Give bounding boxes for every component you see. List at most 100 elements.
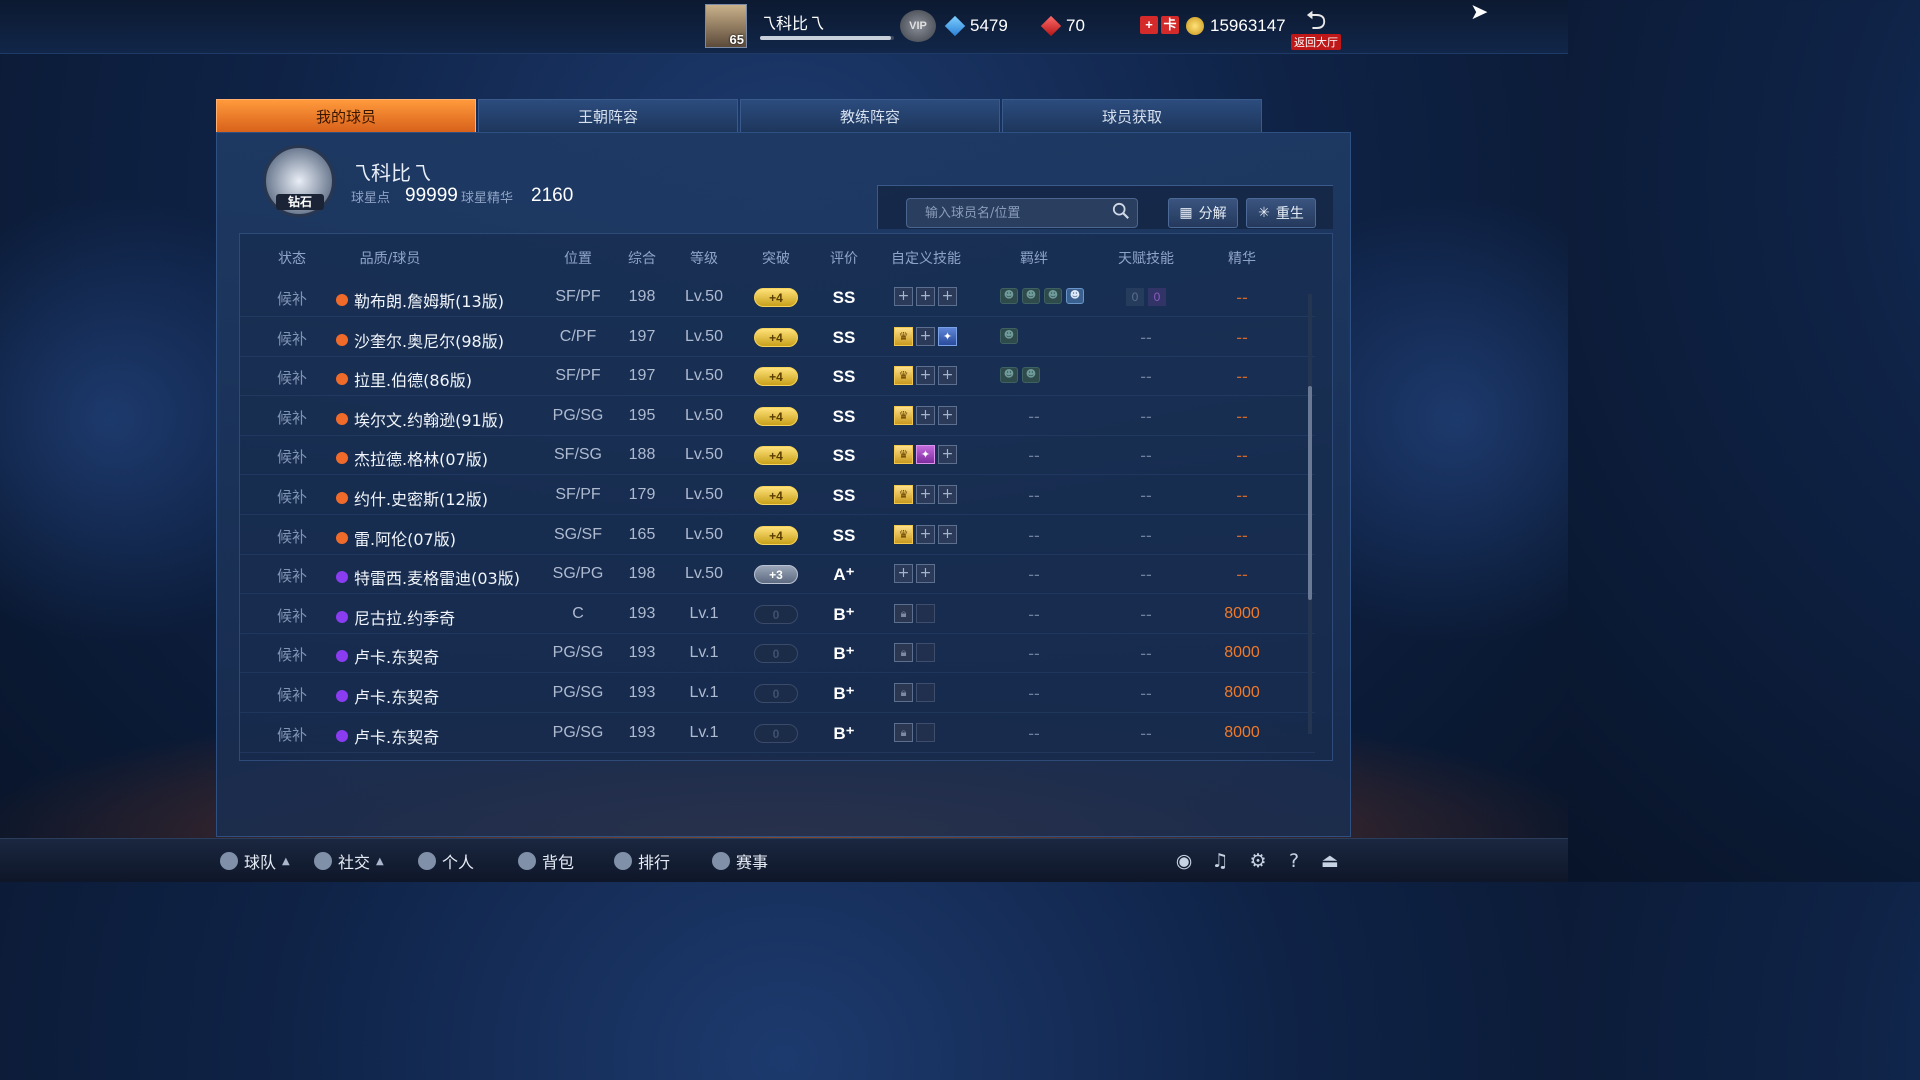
nav-social[interactable]: 社交 ▲ [314, 849, 384, 873]
tab-my-players[interactable]: 我的球员 [216, 99, 476, 132]
table-row[interactable]: 候补 卢卡.东契奇 PG/SG 193 Lv.1 0 B⁺ 🔒︎ -- -- 8000 [240, 714, 1315, 753]
quality-dot-icon [336, 690, 348, 702]
tab-player-acquire[interactable]: 球员获取 [1002, 99, 1262, 132]
row-player[interactable]: 特雷西.麦格雷迪(03版) [336, 565, 520, 589]
rebirth-button[interactable]: ✳ 重生 [1246, 198, 1316, 228]
gear-icon[interactable]: ⚙ [1246, 849, 1270, 873]
add-skill-slot[interactable]: + [938, 405, 957, 425]
nav-team-label: 球队 [244, 853, 277, 872]
row-player[interactable]: 拉里.伯德(86版) [336, 367, 472, 391]
nav-rank[interactable]: 排行 [614, 849, 670, 873]
add-cash-icon[interactable]: + [1140, 16, 1158, 34]
table-row[interactable]: 候补 尼古拉.约季奇 C 193 Lv.1 0 B⁺ 🔒︎ -- -- 8000 [240, 595, 1315, 634]
star-points-value: 99999 [405, 185, 458, 206]
table-scrollbar[interactable] [1308, 294, 1312, 734]
crown-skill-icon[interactable]: ♛ [894, 366, 913, 386]
bond-player-icon[interactable]: ☻ [1044, 288, 1062, 304]
table-row[interactable]: 候补 卢卡.东契奇 PG/SG 193 Lv.1 0 B⁺ 🔒︎ -- -- 8000 [240, 634, 1315, 674]
add-skill-slot[interactable]: + [916, 287, 935, 306]
row-player[interactable]: 勒布朗.詹姆斯(13版) [336, 288, 504, 312]
breakthrough-badge: 0 [754, 644, 798, 664]
ruby-counter[interactable]: 70 [1040, 15, 1085, 37]
add-skill-slot[interactable]: + [916, 524, 935, 544]
row-player[interactable]: 沙奎尔.奥尼尔(98版) [336, 328, 504, 352]
row-status: 候补 [276, 329, 308, 348]
bond-player-icon[interactable]: ☻ [1000, 327, 1018, 344]
nav-personal[interactable]: 个人 [418, 849, 474, 873]
add-skill-slot[interactable]: + [916, 564, 935, 584]
table-row[interactable]: 候补 雷.阿伦(07版) SG/SF 165 Lv.50 +4 SS ♛ + + -- -- -- [240, 516, 1315, 555]
row-player[interactable]: 卢卡.东契奇 [336, 644, 439, 668]
rank-label: 钻石 [276, 194, 324, 210]
nav-team[interactable]: 球队 ▲ [220, 849, 290, 873]
table-row[interactable]: 候补 约什.史密斯(12版) SF/PF 179 Lv.50 +4 SS ♛ + + -- -- -- [240, 476, 1315, 515]
decompose-button[interactable]: ▦ 分解 [1168, 198, 1238, 228]
table-row[interactable]: 候补 沙奎尔.奥尼尔(98版) C/PF 197 Lv.50 +4 SS ♛ + ✦ ☻ -- -- [240, 318, 1315, 357]
row-talent: -- [1140, 486, 1152, 505]
tab-coach-lineup[interactable]: 教练阵容 [740, 99, 1000, 132]
add-skill-slot[interactable]: + [894, 287, 913, 306]
row-player[interactable]: 卢卡.东契奇 [336, 684, 439, 708]
table-row[interactable]: 候补 埃尔文.约翰逊(91版) PG/SG 195 Lv.50 +4 SS ♛ + + -- -- -- [240, 397, 1315, 436]
bond-player-icon[interactable]: ☻ [1000, 288, 1018, 304]
row-essence: 8000 [1224, 644, 1260, 662]
decompose-label: 分解 [1198, 206, 1227, 222]
add-skill-slot[interactable]: + [916, 366, 935, 386]
back-arrow-icon: ⮌ [1305, 6, 1327, 36]
nav-events[interactable]: 赛事 [712, 849, 768, 873]
scroll-thumb[interactable] [1308, 386, 1312, 600]
row-player[interactable]: 卢卡.东契奇 [336, 724, 439, 748]
add-skill-slot[interactable]: + [938, 524, 957, 544]
crown-skill-icon[interactable]: ♛ [894, 485, 913, 504]
table-row[interactable]: 候补 拉里.伯德(86版) SF/PF 197 Lv.50 +4 SS ♛ + + ☻ ☻ -- -- [240, 357, 1315, 397]
gold-counter[interactable]: 15963147 [1186, 16, 1286, 36]
vip-icon[interactable]: VIP [900, 10, 936, 42]
add-skill-slot[interactable]: + [938, 445, 957, 465]
row-player[interactable]: 埃尔文.约翰逊(91版) [336, 407, 504, 431]
crown-skill-icon[interactable]: ♛ [894, 445, 913, 465]
add-skill-slot[interactable]: + [938, 366, 957, 386]
help-icon[interactable]: ? [1282, 849, 1306, 873]
quality-dot-icon [336, 571, 348, 584]
bond-player-icon[interactable]: ☻ [1000, 367, 1018, 384]
crown-skill-icon[interactable]: ♛ [894, 524, 913, 544]
talent-value: 0 [1126, 288, 1144, 306]
nav-social-label: 社交 [338, 853, 371, 872]
add-skill-slot[interactable]: + [916, 326, 935, 346]
bond-player-icon[interactable]: ☻ [1066, 288, 1084, 304]
diamond-counter[interactable]: 5479 [944, 15, 1008, 37]
nav-bag[interactable]: 背包 [518, 849, 574, 873]
table-row[interactable]: 候补 特雷西.麦格雷迪(03版) SG/PG 198 Lv.50 +3 A⁺ + + -- -- -- [240, 555, 1315, 595]
table-row[interactable]: 候补 勒布朗.詹姆斯(13版) SF/PF 198 Lv.50 +4 SS + + + ☻ ☻ ☻ ☻ 0 0… [240, 278, 1315, 317]
crown-skill-icon[interactable]: ♛ [894, 405, 913, 425]
add-skill-slot[interactable]: + [938, 485, 957, 504]
row-player[interactable]: 杰拉德.格林(07版) [336, 446, 488, 470]
music-icon[interactable]: ♫ [1208, 849, 1232, 873]
search-input[interactable] [906, 198, 1138, 228]
recharge-icons[interactable]: + 卡 [1140, 16, 1179, 34]
diamond-value: 5479 [970, 16, 1008, 35]
row-position: PG/SG [552, 644, 604, 662]
headset-icon[interactable]: ◉ [1172, 849, 1196, 873]
row-player[interactable]: 约什.史密斯(12版) [336, 486, 488, 510]
add-skill-slot[interactable]: + [916, 405, 935, 425]
bond-player-icon[interactable]: ☻ [1022, 367, 1040, 384]
search-icon[interactable] [1112, 202, 1130, 220]
back-to-lobby-button[interactable]: ⮌ 返回大厅 [1288, 4, 1344, 50]
add-skill-slot[interactable]: + [894, 564, 913, 584]
tab-dynasty-lineup[interactable]: 王朝阵容 [478, 99, 738, 132]
bond-player-icon[interactable]: ☻ [1022, 288, 1040, 304]
crown-skill-icon[interactable]: ♛ [894, 326, 913, 346]
skill-purple-icon[interactable]: ✦ [916, 445, 935, 465]
row-player[interactable]: 尼古拉.约季奇 [336, 605, 455, 629]
user-avatar[interactable]: 65 [705, 4, 747, 48]
exit-icon[interactable]: ⏏ [1318, 849, 1342, 873]
add-skill-slot[interactable]: + [938, 287, 957, 306]
table-row[interactable]: 候补 卢卡.东契奇 PG/SG 193 Lv.1 0 B⁺ 🔒︎ -- -- 8000 [240, 674, 1315, 713]
breakthrough-badge: +4 [754, 486, 798, 505]
add-skill-slot[interactable]: + [916, 485, 935, 504]
card-icon[interactable]: 卡 [1161, 16, 1179, 34]
table-row[interactable]: 候补 杰拉德.格林(07版) SF/SG 188 Lv.50 +4 SS ♛ ✦ + -- -- -- [240, 436, 1315, 476]
skill-blue-icon[interactable]: ✦ [938, 326, 957, 346]
row-player[interactable]: 雷.阿伦(07版) [336, 526, 456, 550]
